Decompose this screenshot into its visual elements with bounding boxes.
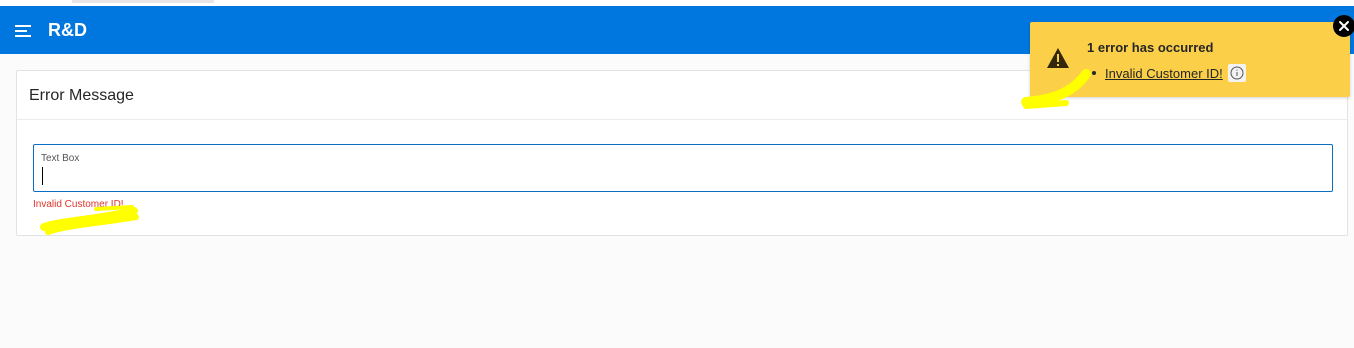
notification-error-item: Invalid Customer ID! bbox=[1092, 64, 1246, 82]
notification-error-link[interactable]: Invalid Customer ID! bbox=[1105, 66, 1223, 81]
info-circle-icon[interactable] bbox=[1227, 64, 1246, 82]
warning-triangle-icon bbox=[1046, 47, 1070, 69]
text-box-field[interactable]: Text Box bbox=[33, 144, 1333, 192]
notification-title: 1 error has occurred bbox=[1087, 40, 1214, 55]
notification-error-list: Invalid Customer ID! bbox=[1092, 64, 1246, 82]
text-box-label: Text Box bbox=[41, 153, 80, 164]
region-title: Error Message bbox=[29, 87, 134, 104]
text-box-input[interactable] bbox=[41, 165, 1321, 185]
browser-tab[interactable] bbox=[72, 0, 214, 3]
error-notification: 1 error has occurred Invalid Customer ID… bbox=[1030, 22, 1350, 97]
hamburger-icon[interactable] bbox=[12, 22, 34, 40]
text-cursor bbox=[42, 167, 43, 185]
inline-error-message: Invalid Customer ID! bbox=[33, 199, 124, 210]
bullet-icon bbox=[1092, 71, 1096, 75]
close-icon[interactable] bbox=[1333, 15, 1354, 37]
app-title[interactable]: R&D bbox=[48, 20, 87, 40]
